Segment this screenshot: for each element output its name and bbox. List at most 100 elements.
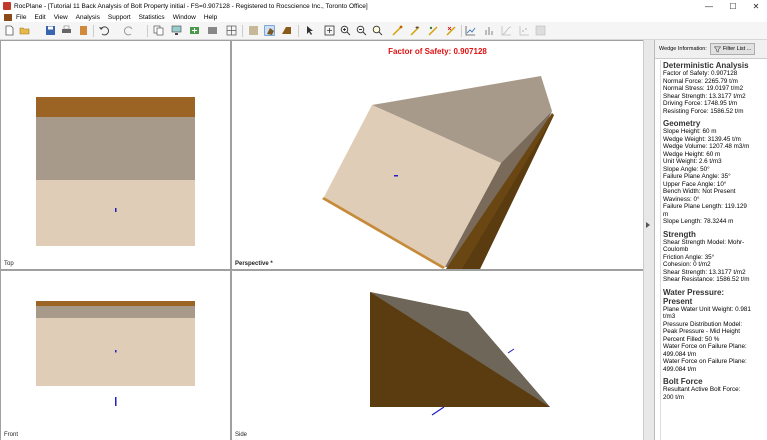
info-line: Pressure Distribution Model:: [663, 320, 743, 328]
close-button[interactable]: ✕: [744, 0, 767, 12]
copy-icon[interactable]: [153, 25, 164, 36]
menu-view[interactable]: View: [54, 14, 68, 21]
monitor-icon[interactable]: [171, 25, 182, 36]
bolt-icon[interactable]: [392, 25, 403, 36]
panel-header: Wedge Information: Filter List ...: [655, 40, 767, 59]
zoom-window-icon[interactable]: [372, 25, 383, 36]
info-icon[interactable]: [535, 25, 546, 36]
export-icon[interactable]: [78, 25, 89, 36]
view-label-side: Side: [235, 432, 248, 438]
view-label-front: Front: [4, 432, 19, 438]
menu-statistics[interactable]: Statistics: [139, 14, 165, 21]
section-title: Bolt Force: [663, 377, 703, 386]
collapse-arrow-icon[interactable]: [646, 222, 650, 228]
vertical-scrollbar[interactable]: [643, 40, 654, 440]
view-label-perspective: Perspective *: [235, 261, 273, 267]
section-title: Strength: [663, 229, 696, 239]
scatter-icon[interactable]: [519, 25, 530, 36]
graph-icon[interactable]: [465, 25, 476, 36]
info-line: Coulomb: [663, 246, 689, 253]
zoom-in-icon[interactable]: [340, 25, 351, 36]
redo-icon[interactable]: [124, 25, 135, 36]
delete-bolt-icon[interactable]: [446, 25, 457, 36]
info-line: Water Force on Failure Plane:: [663, 343, 747, 350]
side-view[interactable]: Side: [232, 271, 643, 440]
title-bar: RocPlane - [Tutorial 11 Back Analysis of…: [0, 0, 767, 12]
section-title: Deterministic Analysis: [663, 61, 749, 70]
info-line: Waviness: 0°: [663, 195, 700, 203]
info-line: Cohesion: 0 t/m2: [663, 261, 711, 268]
zoom-extents-icon[interactable]: [324, 25, 335, 36]
layout-icon[interactable]: [226, 25, 237, 36]
document-icon: [4, 13, 12, 21]
info-line: Upper Face Angle: 10°: [663, 180, 727, 188]
filter-icon: [713, 46, 721, 53]
wedge-icon[interactable]: [281, 25, 292, 36]
add-bolt-icon[interactable]: [410, 25, 421, 36]
front-view[interactable]: Front: [1, 271, 230, 440]
info-line: Friction Angle: 35°: [663, 253, 715, 261]
menu-edit[interactable]: Edit: [34, 14, 45, 21]
histogram-icon[interactable]: [483, 25, 494, 36]
info-line: Bench Width: Not Present: [663, 188, 736, 195]
filter-list-label: Filter List ...: [722, 46, 752, 52]
save-icon[interactable]: [45, 25, 56, 36]
info-line: Slope Length: 78.3244 m: [663, 218, 734, 225]
info-line: Peak Pressure - Mid Height: [663, 328, 740, 335]
open-folder-icon[interactable]: [19, 25, 30, 36]
remove-view-icon[interactable]: [207, 25, 218, 36]
undo-icon[interactable]: [98, 25, 109, 36]
info-line: Wedge Height: 60 m: [663, 150, 721, 158]
info-line: Normal Force: 2265.79 t/m: [663, 77, 738, 85]
info-line: Resisting Force: 1586.52 t/m: [663, 107, 744, 115]
menu-bar: File Edit View Analysis Support Statisti…: [0, 12, 767, 22]
menu-help[interactable]: Help: [204, 14, 217, 21]
info-line: Shear Strength: 13.3177 t/m2: [663, 92, 746, 100]
info-line: Slope Angle: 50°: [663, 165, 710, 173]
new-file-icon[interactable]: [4, 25, 15, 36]
info-line: Shear Resistance: 1586.52 t/m: [663, 276, 750, 283]
menu-window[interactable]: Window: [173, 14, 196, 21]
info-line: Slope Height: 60 m: [663, 128, 717, 135]
view-area: Top Factor of Safety: 0.907128 Perspecti…: [0, 40, 654, 440]
zoom-out-icon[interactable]: [356, 25, 367, 36]
info-line: Normal Stress: 19.0197 t/m2: [663, 85, 744, 92]
maximize-button[interactable]: ☐: [721, 0, 745, 12]
window-title: RocPlane - [Tutorial 11 Back Analysis of…: [14, 2, 368, 10]
cursor-icon[interactable]: [304, 25, 315, 36]
menu-support[interactable]: Support: [108, 14, 131, 21]
info-line: Plane Water Unit Weight: 0.981: [663, 305, 751, 313]
edit-bolt-icon[interactable]: [428, 25, 439, 36]
section-bolt-force: Bolt Force Resultant Active Bolt Force: …: [663, 377, 760, 401]
info-line: t/m3: [663, 313, 676, 320]
filter-list-button[interactable]: Filter List ...: [709, 43, 756, 55]
menu-analysis[interactable]: Analysis: [76, 14, 100, 21]
info-line: Failure Plane Angle: 35°: [663, 173, 731, 180]
panel-body: Deterministic Analysis Factor of Safety:…: [660, 60, 760, 440]
render-mode-icon[interactable]: [264, 25, 275, 36]
print-icon[interactable]: [61, 25, 72, 36]
info-line: Water Force on Failure Plane:: [663, 358, 747, 365]
section-title: Water Pressure:: [663, 287, 725, 297]
section-deterministic: Deterministic Analysis Factor of Safety:…: [663, 61, 760, 115]
panel-title: Wedge Information:: [659, 46, 707, 52]
minimize-button[interactable]: —: [697, 0, 721, 12]
info-line: Unit Weight: 2.6 t/m3: [663, 158, 722, 165]
info-line: Resultant Active Bolt Force:: [663, 386, 741, 393]
view-label-top: Top: [4, 261, 14, 267]
info-line: 200 t/m: [663, 393, 684, 401]
info-line: Shear Strength: 13.3177 t/m2: [663, 268, 746, 276]
cumulative-icon[interactable]: [501, 25, 512, 36]
info-line: Wedge Weight: 3139.45 t/m: [663, 135, 741, 143]
info-line: 499.084 t/m: [663, 365, 697, 373]
top-view[interactable]: Top: [1, 41, 230, 269]
views-icon[interactable]: [248, 25, 259, 36]
menu-file[interactable]: File: [16, 14, 26, 21]
section-title-status: Present: [663, 296, 693, 306]
perspective-view[interactable]: Factor of Safety: 0.907128 Perspective *: [232, 41, 643, 269]
toolbar: [0, 22, 767, 40]
add-view-icon[interactable]: [189, 25, 200, 36]
info-line: m: [663, 210, 669, 218]
info-line: Factor of Safety: 0.907128: [663, 70, 738, 77]
section-water-pressure: Water Pressure: Present Plane Water Unit…: [663, 288, 760, 374]
